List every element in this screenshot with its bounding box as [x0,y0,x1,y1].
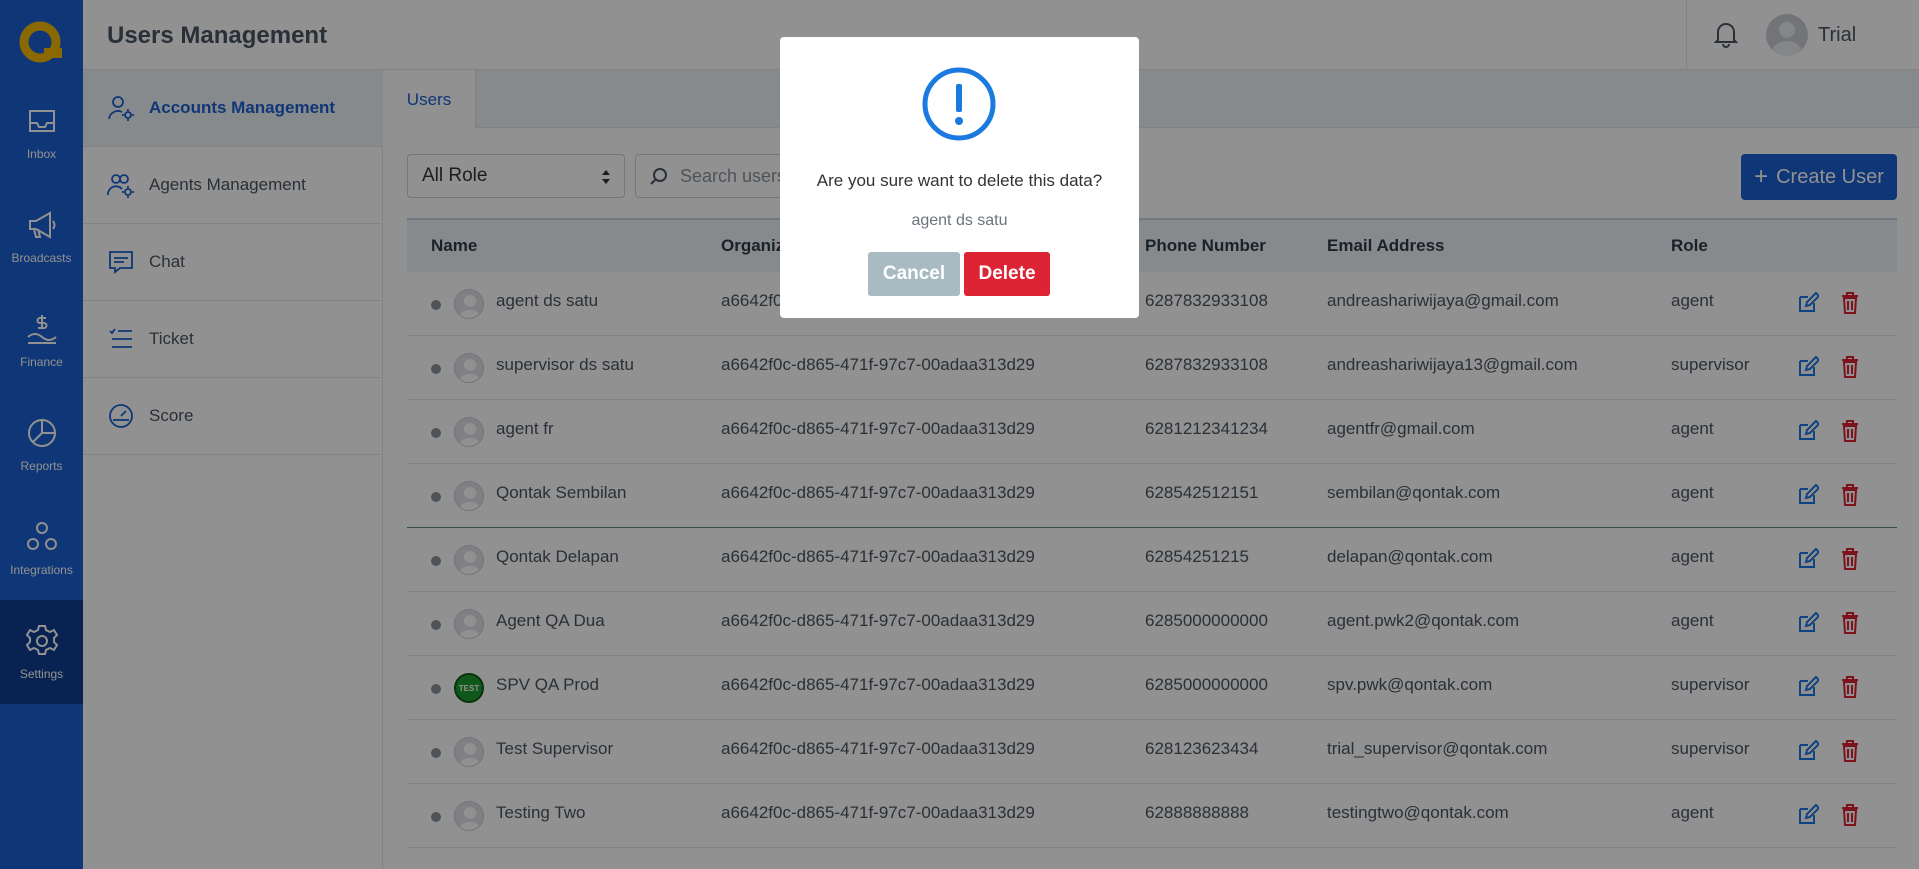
delete-button[interactable]: Delete [964,252,1050,296]
exclamation-circle-icon [922,67,996,141]
dialog-message: Are you sure want to delete this data? [816,171,1103,190]
delete-confirm-dialog: Are you sure want to delete this data? a… [780,37,1139,318]
dialog-subject: agent ds satu [911,212,1008,229]
cancel-button[interactable]: Cancel [868,252,960,296]
